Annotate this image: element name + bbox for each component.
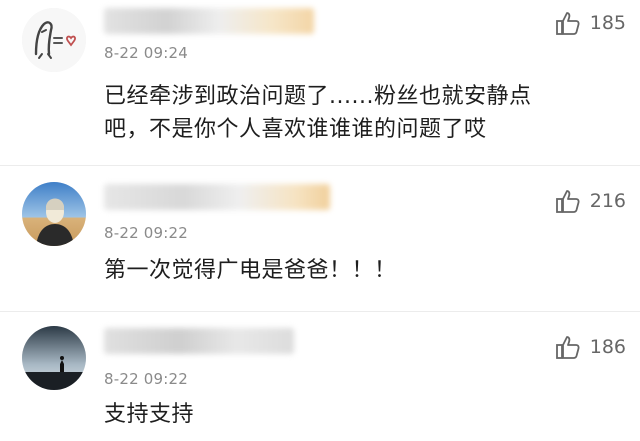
like-button[interactable]: 185 [554,8,626,38]
comment-text: 已经牵涉到政治问题了......粉丝也就安静点 吧，不是你个人喜欢谁谁谁的问题了… [104,80,531,146]
like-button[interactable]: 216 [554,186,626,216]
comment-time: 8-22 09:24 [104,44,189,62]
cartoon-doodle-avatar [22,8,86,72]
avatar[interactable] [22,182,86,246]
blurred-username[interactable] [104,328,294,354]
thumbs-up-icon [555,12,580,35]
person-photo-avatar [22,182,86,246]
comment-text-line: 吧，不是你个人喜欢谁谁谁的问题了哎 [104,117,487,142]
comment-text-line: 支持支持 [104,402,195,427]
avatar[interactable] [22,326,86,390]
comment-text: 第一次觉得广电是爸爸！！！ [104,254,397,287]
comment-text-line: 已经牵涉到政治问题了......粉丝也就安静点 [104,84,532,109]
blurred-username[interactable] [104,184,330,210]
like-count: 185 [589,12,626,34]
comment-time: 8-22 09:22 [104,224,189,242]
comment-text-line: 第一次觉得广电是爸爸！！！ [104,258,397,283]
thumbs-up-icon [555,336,580,359]
comment-text: 支持支持 [104,398,194,431]
like-button[interactable]: 186 [554,332,626,362]
blurred-username[interactable] [104,8,314,34]
silhouette-landscape-avatar [22,326,86,390]
thumbs-up-icon [555,190,580,213]
like-count: 216 [589,190,626,212]
comment-item: 8-22 09:24 185 已经牵涉到政治问题了......粉丝也就安静点 吧… [0,0,640,165]
comment-time: 8-22 09:22 [104,370,189,388]
comment-item: 8-22 09:22 186 支持支持 [0,312,640,441]
avatar[interactable] [22,8,86,72]
like-count: 186 [589,336,626,358]
comment-item: 8-22 09:22 216 第一次觉得广电是爸爸！！！ [0,166,640,311]
